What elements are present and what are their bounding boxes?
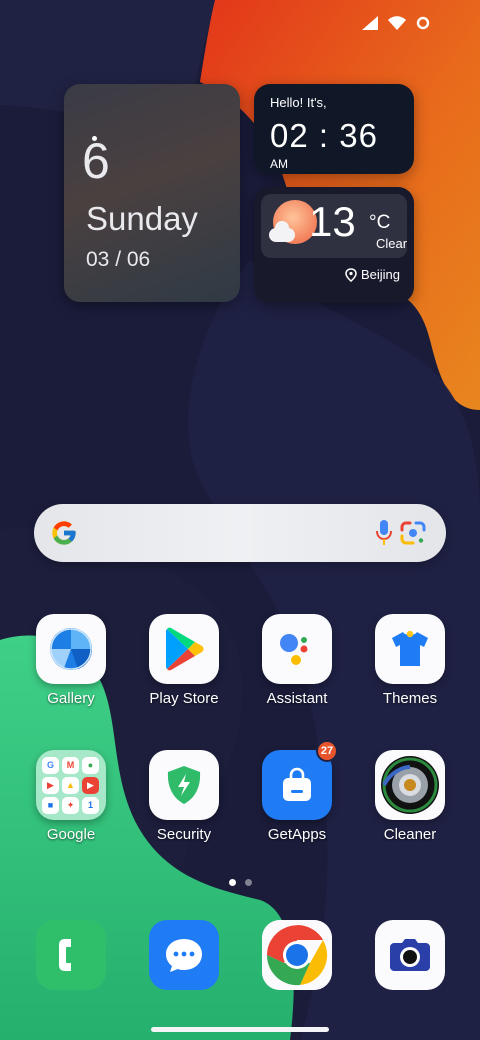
gallery-icon bbox=[36, 614, 106, 684]
assistant-icon bbox=[262, 614, 332, 684]
location-pin-icon bbox=[345, 267, 357, 282]
wifi-icon bbox=[388, 16, 406, 30]
google-search-bar[interactable] bbox=[34, 504, 446, 562]
app-label: Cleaner bbox=[383, 826, 437, 843]
am-pm-label: AM bbox=[270, 157, 288, 171]
getapps-icon: 27 bbox=[262, 740, 338, 820]
youtube-icon: ▶ bbox=[42, 776, 59, 794]
app-label: Play Store bbox=[149, 690, 219, 707]
home-gesture-bar[interactable] bbox=[151, 1027, 329, 1032]
security-icon bbox=[149, 750, 219, 820]
app-label: GetApps bbox=[267, 826, 327, 843]
weather-condition: Clear bbox=[376, 236, 408, 251]
chrome-icon bbox=[262, 920, 332, 990]
temperature-unit: °C bbox=[369, 212, 391, 233]
phone-icon bbox=[59, 939, 71, 971]
weather-panel: 13 °C Clear bbox=[261, 194, 407, 258]
date-widget[interactable]: 6 Sunday 03 / 06 bbox=[64, 84, 240, 302]
camera-icon bbox=[390, 939, 430, 971]
play-store-icon bbox=[149, 614, 219, 684]
date-label: 03 / 06 bbox=[86, 248, 151, 271]
drive-icon: ▲ bbox=[62, 776, 79, 794]
app-label: Assistant bbox=[266, 690, 328, 707]
page-indicator bbox=[0, 879, 480, 886]
app-play-store[interactable]: Play Store bbox=[129, 614, 239, 724]
maps-icon: ● bbox=[82, 756, 99, 774]
app-assistant[interactable]: Assistant bbox=[242, 614, 352, 724]
weather-widget[interactable]: 13 °C Clear Beijing bbox=[254, 187, 414, 303]
google-folder-icon: G M ● ▶ ▲ ▶ ■ ✦ 1 bbox=[36, 750, 106, 820]
circle-indicator-icon bbox=[416, 16, 430, 30]
app-label: Themes bbox=[382, 690, 438, 707]
google-app-icon: G bbox=[42, 756, 59, 774]
dock-phone[interactable] bbox=[36, 920, 106, 990]
dock-camera[interactable] bbox=[375, 920, 445, 990]
gmail-icon: M bbox=[62, 756, 79, 774]
cleaner-icon bbox=[375, 750, 445, 820]
meet-icon: ■ bbox=[42, 796, 59, 814]
notification-badge: 27 bbox=[316, 740, 338, 762]
app-label: Security bbox=[156, 826, 212, 843]
one-icon: 1 bbox=[82, 796, 99, 814]
dot-decoration bbox=[92, 136, 97, 141]
app-themes[interactable]: Themes bbox=[355, 614, 465, 724]
cloud-icon bbox=[269, 221, 295, 242]
app-cleaner[interactable]: Cleaner bbox=[355, 750, 465, 860]
app-gallery[interactable]: Gallery bbox=[16, 614, 126, 724]
google-g-icon bbox=[52, 521, 76, 545]
day-number: 6 bbox=[82, 133, 110, 189]
location-name: Beijing bbox=[360, 267, 400, 282]
temperature: 13 bbox=[309, 198, 356, 245]
app-google-folder[interactable]: G M ● ▶ ▲ ▶ ■ ✦ 1 Google bbox=[16, 750, 126, 860]
weather-location: Beijing bbox=[345, 267, 400, 282]
photos-icon: ✦ bbox=[62, 796, 79, 814]
app-security[interactable]: Security bbox=[129, 750, 239, 860]
page-dot bbox=[244, 879, 252, 886]
dock-chrome[interactable] bbox=[262, 920, 332, 990]
status-bar bbox=[362, 16, 430, 30]
greeting-text: Hello! It's, bbox=[270, 95, 327, 110]
youtube-music-icon: ▶ bbox=[82, 776, 99, 794]
signal-icon bbox=[362, 16, 378, 30]
messages-icon bbox=[166, 939, 202, 972]
weekday-label: Sunday bbox=[86, 200, 198, 237]
app-getapps[interactable]: 27 GetApps bbox=[242, 740, 352, 860]
clock-time: 02 : 36 bbox=[270, 117, 378, 154]
page-dot-active bbox=[228, 879, 236, 886]
lens-icon[interactable] bbox=[400, 521, 426, 545]
mic-icon[interactable] bbox=[376, 520, 392, 546]
dock-messages[interactable] bbox=[149, 920, 219, 990]
app-label: Gallery bbox=[47, 690, 95, 707]
clock-widget[interactable]: Hello! It's, 02 : 36 AM bbox=[254, 84, 414, 174]
app-label: Google bbox=[46, 826, 96, 843]
themes-icon bbox=[375, 614, 445, 684]
